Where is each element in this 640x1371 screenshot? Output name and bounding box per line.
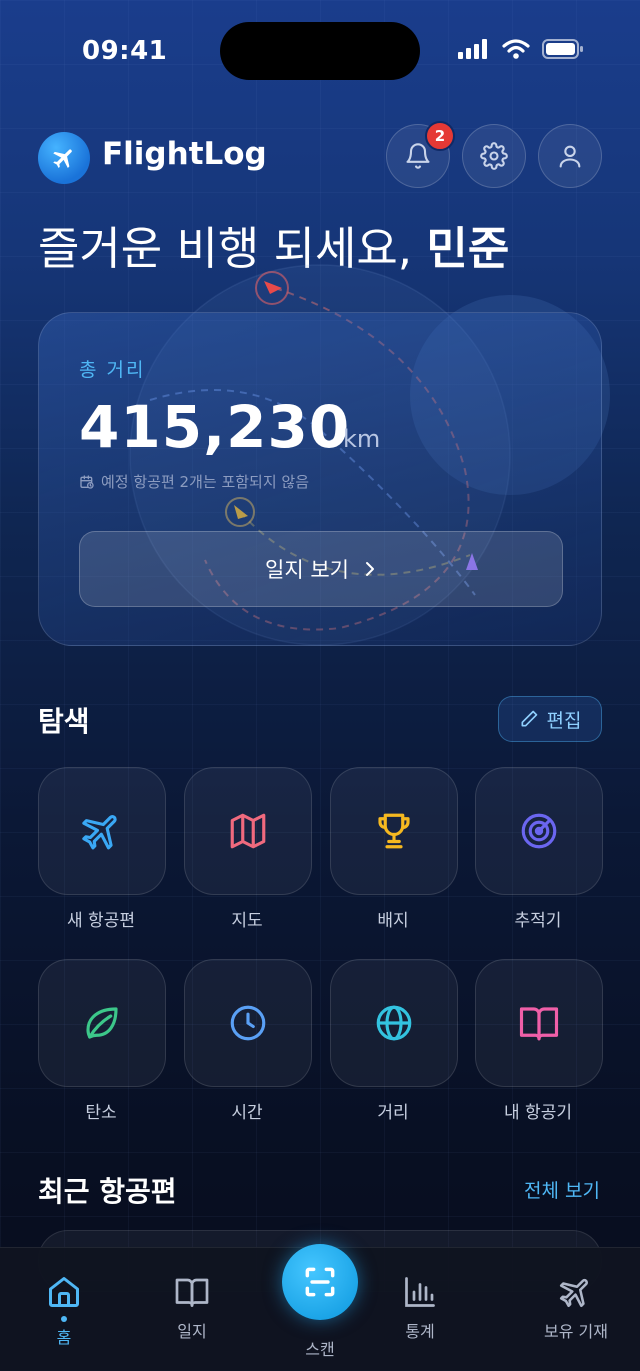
radar-icon <box>521 813 557 849</box>
app-name: FlightLog <box>102 136 267 172</box>
signal-icon <box>458 39 487 59</box>
home-icon <box>49 1277 79 1307</box>
total-distance-unit: km <box>343 425 381 453</box>
map-icon <box>230 813 266 849</box>
see-all-link[interactable]: 전체 보기 <box>500 1176 600 1203</box>
recent-flights-title: 최근 항공편 <box>38 1175 177 1208</box>
total-distance-value: 415,230 <box>79 393 351 461</box>
tile-new-flight[interactable] <box>38 767 166 895</box>
user-icon <box>559 145 581 168</box>
tile-distance[interactable] <box>330 959 458 1087</box>
notification-badge: 2 <box>425 121 455 151</box>
plane-icon <box>82 815 117 850</box>
battery-icon <box>542 39 583 59</box>
tile-badges-label: 배지 <box>377 911 409 931</box>
tab-home-label: 홈 <box>56 1328 72 1347</box>
tile-badges[interactable] <box>330 767 458 895</box>
tile-my-aircraft-label: 내 항공기 <box>504 1103 572 1123</box>
status-icons <box>458 38 584 60</box>
plane-logo-icon <box>53 149 72 168</box>
airplane-icon <box>559 1279 588 1308</box>
tile-carbon[interactable] <box>38 959 166 1087</box>
active-tab-dot <box>61 1316 67 1322</box>
trophy-icon <box>378 813 410 849</box>
notifications-button[interactable]: 2 <box>386 121 455 188</box>
scan-button[interactable] <box>282 1244 358 1320</box>
pencil-icon <box>521 710 537 727</box>
scan-label: 스캔 <box>305 1340 335 1359</box>
book-open-icon <box>175 1278 209 1307</box>
scan-icon <box>305 1267 335 1297</box>
greeting-prefix: 즐거운 비행 되세요, <box>38 222 427 275</box>
globe-icon <box>376 1005 412 1041</box>
tile-time[interactable] <box>184 959 312 1087</box>
tab-logbook-label: 일지 <box>177 1322 207 1341</box>
tile-new-flight-label: 새 항공편 <box>67 911 135 931</box>
settings-button[interactable] <box>462 124 526 188</box>
tab-logbook[interactable]: 일지 <box>137 1272 247 1342</box>
view-logbook-label: 일지 보기 <box>265 558 349 582</box>
background-grid <box>0 0 640 1370</box>
tab-fleet[interactable]: 보유 기재 <box>521 1272 631 1342</box>
tab-stats[interactable]: 통계 <box>365 1272 475 1342</box>
tile-time-label: 시간 <box>231 1103 263 1123</box>
tile-carbon-label: 탄소 <box>85 1103 117 1123</box>
tile-map-label: 지도 <box>231 911 263 931</box>
chevron-right-icon <box>365 562 374 576</box>
gear-icon <box>480 142 508 170</box>
upcoming-flights-note-text: 예정 항공편 2개는 포함되지 않음 <box>101 473 310 491</box>
calendar-clock-icon <box>80 474 94 489</box>
upcoming-flights-note: 예정 항공편 2개는 포함되지 않음 <box>79 471 309 492</box>
total-distance-card: 총 거리 415,230 km 예정 항공편 2개는 포함되지 않음 일지 보기 <box>38 312 602 646</box>
view-logbook-button[interactable]: 일지 보기 <box>79 531 563 607</box>
tile-my-aircraft[interactable] <box>475 959 603 1087</box>
wifi-icon <box>502 39 530 59</box>
explore-title: 탐색 <box>38 705 90 738</box>
tab-home[interactable]: 홈 <box>9 1272 119 1348</box>
clock-icon <box>230 1005 266 1041</box>
tab-fleet-label: 보유 기재 <box>544 1322 608 1341</box>
app-logo <box>38 132 90 184</box>
tile-map[interactable] <box>184 767 312 895</box>
dynamic-island <box>220 22 420 80</box>
bell-icon <box>406 143 430 169</box>
tile-tracker[interactable] <box>475 767 603 895</box>
bar-chart-icon <box>405 1277 435 1307</box>
tile-distance-label: 거리 <box>377 1103 409 1123</box>
total-distance-label: 총 거리 <box>79 359 146 381</box>
status-time: 09:41 <box>82 36 168 66</box>
book-icon <box>519 1007 559 1041</box>
edit-button[interactable]: 편집 <box>498 696 602 742</box>
greeting-name: 민준 <box>426 222 510 275</box>
leaf-icon <box>86 1007 118 1039</box>
profile-button[interactable] <box>538 124 602 188</box>
status-bar: 09:41 <box>0 0 640 100</box>
tile-tracker-label: 추적기 <box>514 911 562 931</box>
greeting: 즐거운 비행 되세요, 민준 <box>38 212 509 277</box>
edit-label: 편집 <box>546 709 582 732</box>
tab-stats-label: 통계 <box>405 1322 435 1341</box>
